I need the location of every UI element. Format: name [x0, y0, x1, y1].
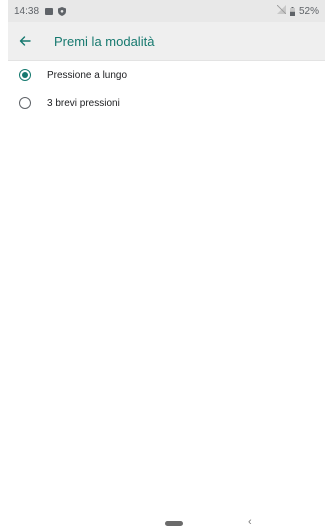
navigation-bar: ‹ [8, 515, 325, 531]
back-button[interactable] [10, 26, 40, 56]
arrow-left-icon [19, 36, 31, 46]
notification-icon [45, 7, 54, 15]
status-time: 14:38 [14, 5, 40, 17]
press-mode-list: Pressione a lungo 3 brevi pressioni [8, 61, 325, 117]
signal-off-icon [276, 4, 287, 17]
radio-button-unchecked[interactable] [19, 97, 31, 109]
app-bar: Premi la modalità [8, 22, 325, 61]
battery-icon [289, 6, 295, 16]
option-long-press[interactable]: Pressione a lungo [8, 61, 325, 89]
back-nav-icon[interactable]: ‹ [248, 516, 252, 528]
status-right: 52% [276, 4, 319, 17]
radio-dot [22, 72, 28, 78]
status-bar: 14:38 52% [8, 0, 325, 22]
page-title: Premi la modalità [54, 33, 155, 49]
option-label: 3 brevi pressioni [47, 97, 120, 109]
battery-percent: 52% [298, 5, 319, 17]
radio-button-checked[interactable] [19, 69, 31, 81]
home-pill-icon[interactable] [165, 521, 183, 526]
option-label: Pressione a lungo [47, 69, 128, 81]
screen: 14:38 52% Premi la modalità Pressione a … [8, 0, 325, 531]
shield-icon [58, 6, 67, 16]
option-three-short-presses[interactable]: 3 brevi pressioni [8, 89, 325, 117]
